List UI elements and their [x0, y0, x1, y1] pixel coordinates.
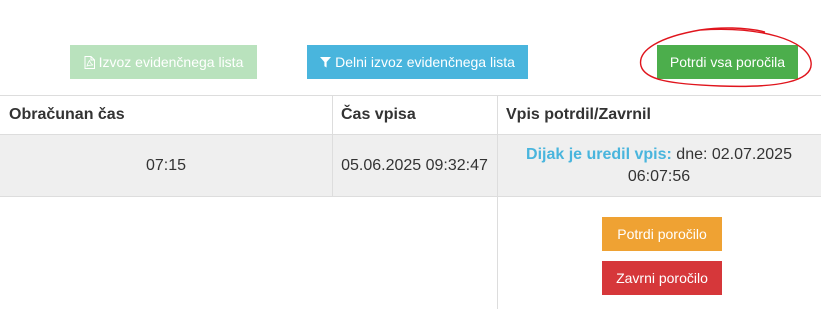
partial-export-button[interactable]: Delni izvoz evidenčnega lista	[307, 45, 528, 79]
export-timesheet-label: Izvoz evidenčnega lista	[98, 54, 244, 70]
column-divider	[497, 95, 498, 309]
billed-time-cell: 07:15	[145, 157, 187, 174]
confirmation-cell: Dijak je uredil vpis: dne: 02.07.2025 06…	[497, 144, 821, 188]
column-header-billed-time: Obračunan čas	[9, 106, 125, 123]
partial-export-label: Delni izvoz evidenčnega lista	[335, 54, 515, 70]
edited-by-student-label: Dijak je uredil vpis:	[526, 146, 672, 163]
column-header-entry-time: Čas vpisa	[341, 106, 416, 123]
file-pdf-icon	[84, 55, 95, 69]
reject-report-button[interactable]: Zavrni poročilo	[602, 261, 722, 295]
confirm-report-label: Potrdi poročilo	[617, 226, 707, 242]
confirm-all-reports-label: Potrdi vsa poročila	[669, 54, 786, 70]
filter-icon	[320, 56, 332, 68]
confirm-report-button[interactable]: Potrdi poročilo	[602, 217, 722, 251]
export-timesheet-button[interactable]: Izvoz evidenčnega lista	[70, 45, 257, 79]
confirm-all-reports-button[interactable]: Potrdi vsa poročila	[657, 45, 798, 79]
entry-time-cell: 05.06.2025 09:32:47	[341, 157, 488, 174]
column-header-confirmed-rejected: Vpis potrdil/Zavrnil	[506, 106, 651, 123]
reject-report-label: Zavrni poročilo	[616, 270, 708, 286]
